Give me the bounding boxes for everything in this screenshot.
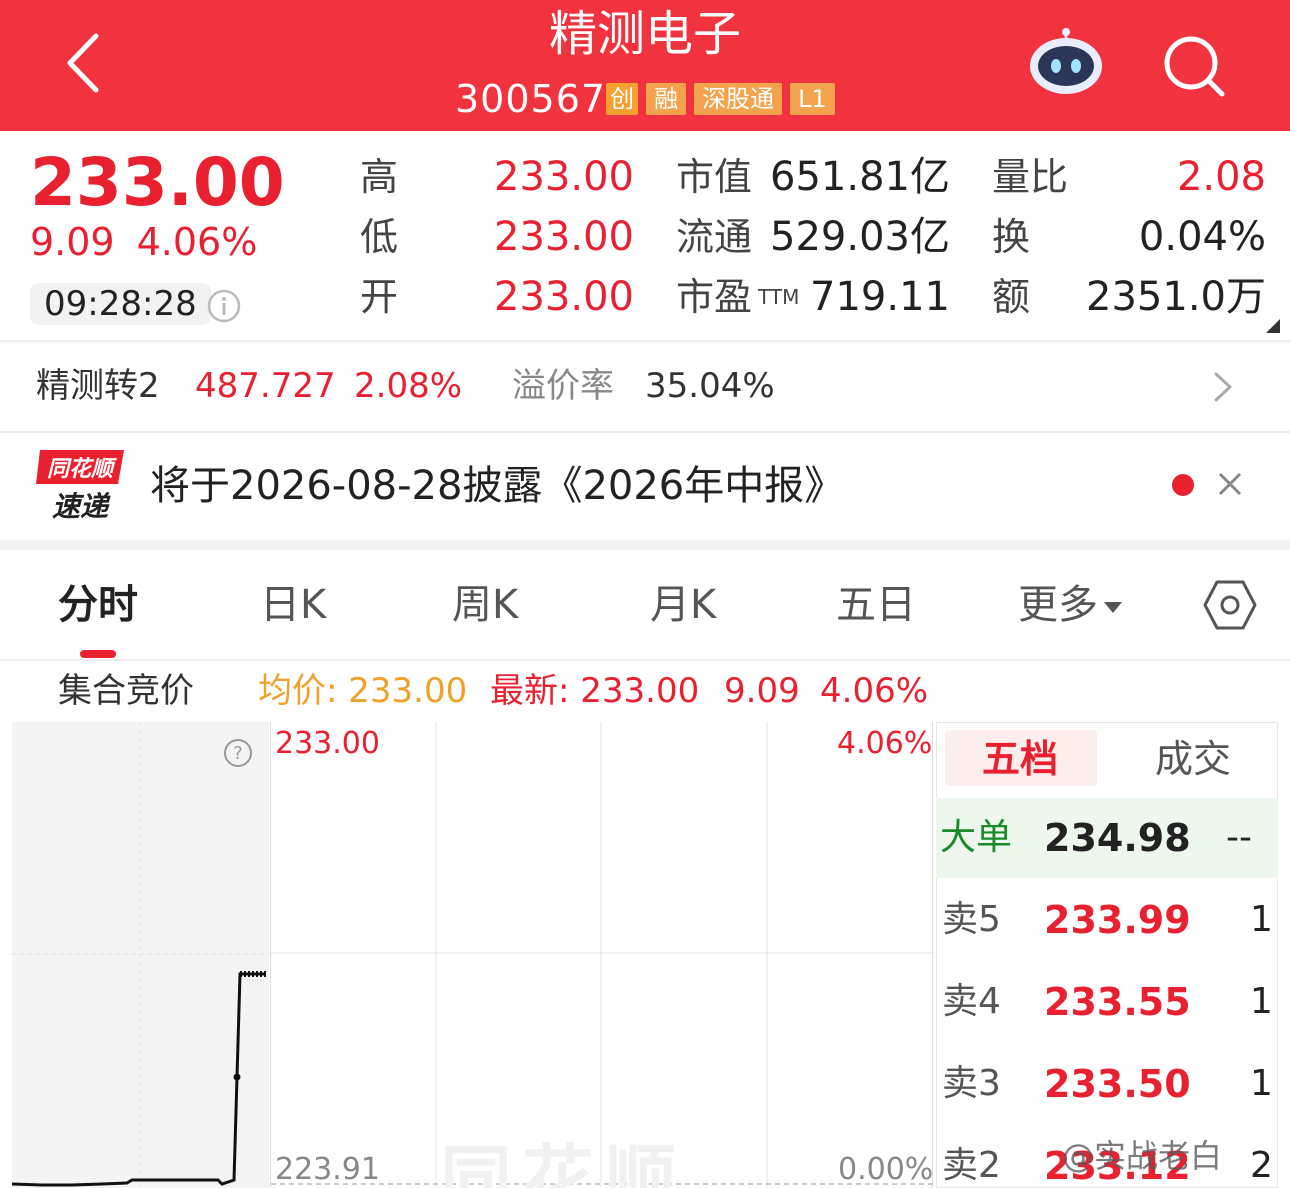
latest-price: 最新: 233.00: [490, 671, 700, 711]
premium-label: 溢价率: [512, 366, 614, 406]
tab-monthly-k[interactable]: 月K: [650, 580, 716, 630]
price-change: 9.09 4.06%: [30, 219, 257, 265]
big-order-price: 234.98: [1044, 816, 1191, 860]
tab-daily-k[interactable]: 日K: [260, 580, 326, 630]
mktcap-value: 651.81亿: [770, 154, 950, 200]
active-tab-indicator: [80, 650, 116, 658]
robot-icon: [1030, 28, 1102, 94]
bond-name: 精测转2: [36, 366, 160, 406]
notice-text[interactable]: 将于2026-08-28披露《2026年中报》: [150, 460, 844, 512]
help-icon[interactable]: ?: [222, 737, 254, 769]
svg-text:?: ?: [233, 743, 243, 764]
auction-chart: [11, 722, 269, 1188]
chart-tabs: 分时 日K 周K 月K 五日 更多: [0, 550, 1290, 660]
bond-price: 487.727: [195, 366, 336, 406]
chart-grid: [271, 722, 934, 1188]
avg-price: 均价: 233.00: [258, 671, 468, 711]
last-price: 233.00: [30, 144, 285, 221]
stock-code: 300567: [455, 77, 607, 121]
ask4-price: 233.55: [1044, 980, 1191, 1024]
premium-value: 35.04%: [645, 366, 775, 406]
quote-time: 09:28:28: [30, 283, 211, 325]
low-label: 低: [360, 215, 399, 259]
intraday-chart[interactable]: [270, 722, 934, 1188]
float-value: 529.03亿: [770, 214, 950, 260]
quote-panel: 233.00 9.09 4.06% 09:28:28 高 233.00 低 233…: [0, 131, 1290, 341]
volratio-label: 量比: [992, 155, 1069, 199]
ask2-label: 卖2: [942, 1145, 1001, 1186]
tab-trades[interactable]: 成交: [1155, 736, 1231, 782]
tag-level1: L1: [790, 83, 835, 115]
tab-more[interactable]: 更多: [1018, 580, 1122, 630]
axis-top-price: 233.00: [275, 726, 380, 761]
axis-bottom-price: 223.91: [275, 1152, 380, 1187]
expand-corner-icon[interactable]: [1266, 319, 1280, 333]
ask4-volume: 1: [1250, 981, 1273, 1022]
ask5-volume: 1: [1250, 899, 1273, 940]
ths-express-logo: 同花顺 速递: [36, 450, 124, 523]
high-label: 高: [360, 155, 399, 199]
auction-line: [11, 722, 269, 1188]
ask5-price: 233.99: [1044, 898, 1191, 942]
amount-value: 2351.0万: [1086, 274, 1266, 320]
tag-margin: 融: [646, 83, 687, 115]
convertible-bond-row[interactable]: 精测转2 487.727 2.08% 溢价率 35.04%: [0, 342, 1290, 432]
big-order-volume: --: [1226, 817, 1252, 858]
high-value: 233.00: [494, 154, 634, 200]
order-book: [936, 722, 1278, 1188]
auction-label: 集合竞价: [58, 671, 194, 711]
ask3-volume: 1: [1250, 1063, 1273, 1104]
divider: [0, 659, 1290, 661]
latest-change: 9.09: [724, 671, 800, 711]
section-gap: [0, 540, 1290, 550]
open-value: 233.00: [494, 274, 634, 320]
float-label: 流通: [676, 215, 753, 259]
svg-text:速递: 速递: [52, 490, 111, 523]
ask3-price: 233.50: [1044, 1062, 1191, 1106]
axis-bottom-pct: 0.00%: [838, 1152, 934, 1187]
mktcap-label: 市值: [676, 155, 753, 199]
tab-five-day[interactable]: 五日: [836, 580, 916, 630]
volratio-value: 2.08: [1176, 154, 1266, 200]
stock-code-line: 300567 创 融 深股通 L1: [455, 76, 835, 122]
tab-intraday[interactable]: 分时: [58, 580, 138, 630]
tab-weekly-k[interactable]: 周K: [452, 580, 518, 630]
pe-label: 市盈 TTM: [676, 275, 800, 319]
big-order-label: 大单: [940, 817, 1013, 858]
ask2-volume: 2: [1250, 1145, 1273, 1186]
search-button[interactable]: [1160, 32, 1228, 100]
chart-legend: 集合竞价 均价: 233.00 最新: 233.00 9.09 4.06%: [0, 665, 1290, 717]
assistant-button[interactable]: [1028, 28, 1104, 96]
top-bar: 精测电子 300567 创 融 深股通 L1: [0, 0, 1290, 131]
unread-dot: [1172, 474, 1194, 496]
low-value: 233.00: [494, 214, 634, 260]
ask4-label: 卖4: [942, 981, 1001, 1022]
tab-five-levels[interactable]: 五档: [982, 736, 1058, 782]
svg-text:同花顺: 同花顺: [47, 457, 117, 482]
tag-shenzhen-connect: 深股通: [694, 83, 783, 115]
ask5-label: 卖5: [942, 899, 1001, 940]
change-percent: 4.06%: [136, 220, 258, 264]
turnover-value: 0.04%: [1138, 214, 1266, 260]
chevron-right-icon[interactable]: [1208, 370, 1238, 404]
weibo-watermark: @实战老白: [1062, 1137, 1223, 1175]
turnover-label: 换: [992, 215, 1031, 259]
pe-value: 719.11: [810, 274, 950, 320]
info-icon[interactable]: [206, 288, 242, 324]
axis-top-pct: 4.06%: [837, 726, 933, 761]
open-label: 开: [360, 275, 399, 319]
divider: [0, 431, 1290, 433]
latest-pct: 4.06%: [820, 671, 929, 711]
chart-watermark: 同花顺: [440, 1137, 687, 1188]
amount-label: 额: [992, 275, 1031, 319]
ask3-label: 卖3: [942, 1063, 1001, 1104]
change-amount: 9.09: [30, 220, 115, 264]
caret-down-icon: [1104, 601, 1122, 613]
close-icon[interactable]: [1214, 468, 1246, 500]
bond-change-pct: 2.08%: [354, 366, 463, 406]
tag-chinext: 创: [606, 83, 639, 115]
settings-hex-icon[interactable]: [1203, 578, 1257, 632]
search-icon: [1164, 36, 1225, 97]
